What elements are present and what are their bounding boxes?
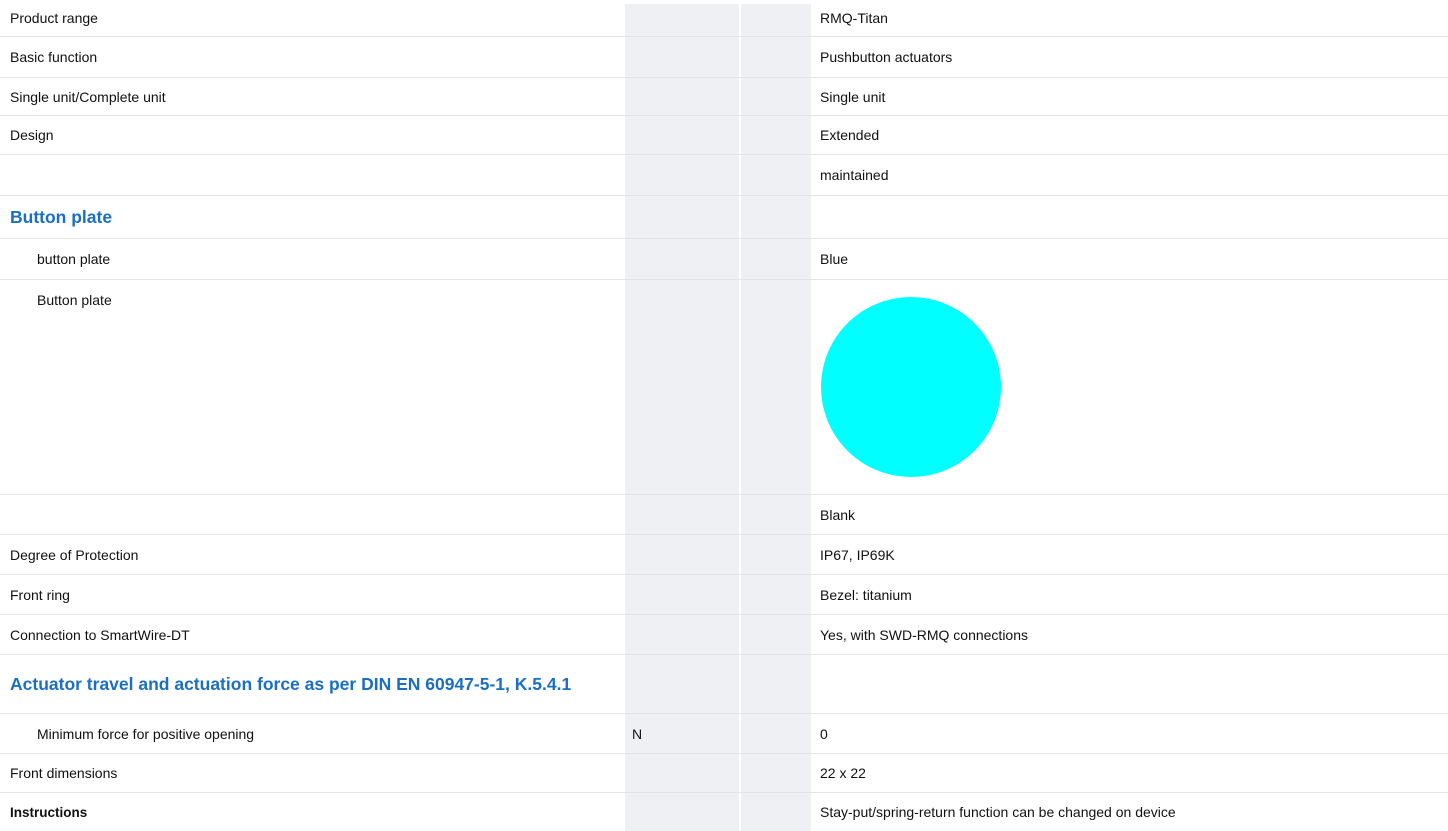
spec-unit	[625, 793, 739, 831]
spec-row-product-range: Product range RMQ-Titan	[0, 0, 1448, 37]
spec-value: maintained	[820, 167, 889, 183]
section-heading: Actuator travel and actuation force as p…	[10, 673, 572, 694]
spec-row-button-plate-swatch: Button plate	[0, 280, 1448, 495]
spec-unit	[625, 495, 739, 534]
section-heading: Button plate	[10, 206, 113, 227]
spec-unit	[625, 280, 739, 494]
spec-row-degree-of-protection: Degree of Protection IP67, IP69K	[0, 535, 1448, 575]
spec-label: Single unit/Complete unit	[10, 88, 166, 105]
spec-value: Single unit	[820, 88, 886, 105]
spec-label: Connection to SmartWire-DT	[10, 626, 190, 643]
spec-unit	[625, 655, 739, 713]
spec-unit	[625, 116, 739, 154]
spec-label: Front ring	[10, 586, 70, 603]
spec-unit	[625, 155, 739, 195]
spec-unit	[625, 575, 739, 614]
section-heading-actuator-travel: Actuator travel and actuation force as p…	[0, 655, 1448, 714]
spec-label: Degree of Protection	[10, 546, 139, 563]
spec-unit	[625, 754, 739, 792]
spec-row-button-plate-color: button plate Blue	[0, 239, 1448, 280]
color-swatch-circle	[821, 297, 1001, 477]
spec-row-single-unit: Single unit/Complete unit Single unit	[0, 78, 1448, 116]
spec-value: 22 x 22	[820, 765, 866, 781]
spec-row-front-ring: Front ring Bezel: titanium	[0, 575, 1448, 615]
spec-label: Product range	[10, 10, 98, 26]
spec-unit	[625, 0, 739, 36]
spec-label	[0, 495, 625, 534]
spec-row-instructions: Instructions Stay-put/spring-return func…	[0, 793, 1448, 831]
spec-unit	[625, 78, 739, 115]
product-spec-table: Product range RMQ-Titan Basic function P…	[0, 0, 1448, 831]
spec-row-front-dimensions: Front dimensions 22 x 22	[0, 754, 1448, 793]
spec-row-minimum-force: Minimum force for positive opening N 0	[0, 714, 1448, 754]
spec-label: Front dimensions	[10, 765, 118, 781]
spec-value: Yes, with SWD-RMQ connections	[820, 626, 1028, 643]
spec-label: Button plate	[37, 292, 112, 308]
spec-row-smartwire-connection: Connection to SmartWire-DT Yes, with SWD…	[0, 615, 1448, 655]
spec-label: Basic function	[10, 49, 98, 65]
spec-label	[0, 155, 625, 195]
spec-value: Pushbutton actuators	[820, 49, 953, 65]
spec-unit	[625, 535, 739, 574]
section-heading-button-plate: Button plate	[0, 196, 1448, 239]
spec-value	[811, 196, 1448, 238]
spec-value: Blue	[820, 251, 849, 267]
spec-value: IP67, IP69K	[820, 546, 895, 563]
spec-unit	[625, 615, 739, 654]
spec-row-design: Design Extended	[0, 116, 1448, 155]
spec-unit	[625, 196, 739, 238]
spec-value: Stay-put/spring-return function can be c…	[820, 804, 1176, 820]
spec-row-design-maintained: maintained	[0, 155, 1448, 196]
spec-label: Instructions	[10, 804, 88, 820]
spec-value: RMQ-Titan	[820, 10, 888, 26]
spec-label: Design	[10, 127, 54, 143]
spec-row-basic-function: Basic function Pushbutton actuators	[0, 37, 1448, 78]
spec-row-blank: Blank	[0, 495, 1448, 535]
spec-label: button plate	[37, 251, 111, 267]
spec-value: Blank	[820, 506, 856, 523]
spec-value: Bezel: titanium	[820, 586, 912, 603]
spec-unit	[625, 37, 739, 77]
spec-unit	[625, 239, 739, 279]
spec-unit: N	[632, 725, 643, 742]
spec-value: 0	[820, 725, 828, 742]
spec-label: Minimum force for positive opening	[37, 725, 255, 742]
spec-value	[811, 655, 1448, 713]
spec-value: Extended	[820, 127, 880, 143]
